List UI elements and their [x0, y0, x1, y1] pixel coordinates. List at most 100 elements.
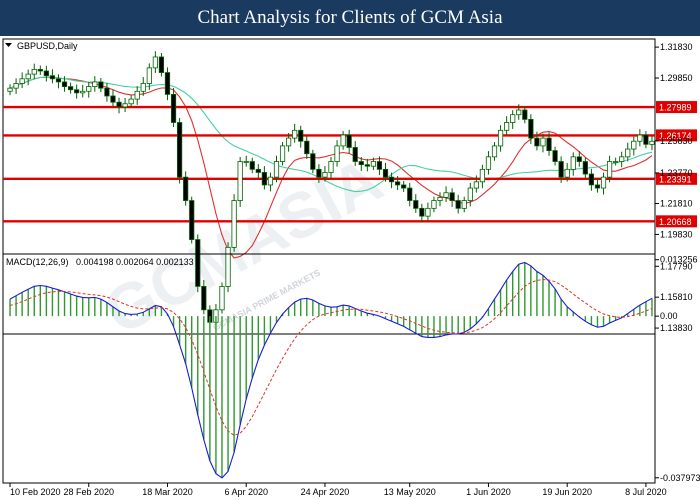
candle-body: [98, 81, 104, 89]
candle: [225, 242, 231, 293]
candle-body: [546, 137, 552, 152]
price-tick-label: 1.21810: [660, 199, 693, 209]
symbol-dropdown-icon[interactable]: [5, 43, 12, 47]
candle-body: [237, 161, 243, 201]
price-panel-title: GBPUSD,Daily: [17, 41, 78, 51]
macd-tick-label: -0.037973: [660, 473, 700, 483]
candle-body: [606, 161, 613, 178]
candle-body: [600, 176, 607, 189]
candle-body: [491, 145, 498, 158]
candle: [594, 178, 601, 193]
candle-body: [534, 137, 540, 147]
candle-body: [122, 103, 128, 108]
time-tick-label: 28 Feb 2020: [63, 487, 114, 497]
candle-body: [619, 156, 625, 162]
candle: [13, 78, 19, 94]
candle: [588, 168, 595, 191]
candle: [431, 196, 437, 213]
candle-body: [195, 239, 201, 287]
candle: [183, 171, 189, 206]
candle-body: [286, 137, 292, 147]
candle: [528, 114, 534, 144]
candle-body: [413, 200, 419, 209]
level-label: 1.27989: [659, 103, 692, 113]
candle: [237, 157, 243, 207]
level-label: 1.20668: [659, 217, 692, 227]
candle: [631, 136, 637, 156]
time-tick-label: 10 Feb 2020: [10, 487, 61, 497]
candle-body: [528, 118, 534, 139]
candle-body: [516, 109, 522, 116]
macd-values: 0.004198 0.002064 0.002133: [76, 257, 194, 267]
candle-body: [61, 81, 68, 88]
candle-body: [564, 168, 570, 178]
candle: [552, 146, 558, 166]
candle-body: [570, 156, 576, 170]
candle-body: [358, 161, 364, 166]
candle-body: [261, 172, 267, 186]
candle-body: [201, 285, 207, 311]
candle: [195, 234, 201, 293]
candle-body: [31, 69, 37, 75]
candle: [55, 74, 62, 89]
candle: [128, 95, 134, 108]
candle: [279, 142, 286, 166]
candle-body: [649, 140, 655, 145]
candle: [407, 182, 413, 207]
candle-body: [395, 181, 401, 186]
candle: [600, 172, 607, 195]
candle: [298, 125, 304, 148]
candle-body: [407, 187, 413, 201]
candle: [292, 123, 298, 143]
candle-body: [80, 90, 86, 94]
candle: [249, 157, 255, 174]
price-tick-label: 1.15810: [660, 292, 693, 302]
candle: [219, 282, 225, 314]
candle: [649, 136, 655, 151]
candle: [49, 69, 56, 84]
candle-body: [455, 200, 461, 209]
candle-body: [352, 147, 358, 162]
candle-body: [86, 86, 92, 92]
chart-banner-title: Chart Analysis for Clients of GCM Asia: [0, 0, 700, 36]
candle: [104, 83, 110, 102]
candle-body: [510, 114, 516, 123]
candle-body: [298, 129, 304, 142]
time-tick-label: 13 May 2020: [384, 487, 436, 497]
candle-body: [631, 140, 637, 150]
candle-body: [637, 134, 643, 142]
candle-body: [176, 122, 183, 178]
macd-tick-label: 0.013256: [660, 255, 698, 265]
time-tick-label: 19 Jun 2020: [542, 487, 592, 497]
price-tick-label: 1.19830: [660, 229, 693, 239]
candle-body: [334, 145, 340, 162]
candle: [176, 117, 183, 184]
candle-body: [449, 192, 455, 201]
candle-body: [479, 168, 486, 183]
candle: [485, 151, 492, 175]
candle: [613, 157, 619, 166]
candle-body: [552, 150, 558, 162]
macd-title: MACD(12,26,9): [6, 257, 69, 267]
candle-body: [443, 192, 449, 198]
candle: [122, 98, 128, 113]
candle: [86, 82, 92, 98]
time-tick-label: 6 Apr 2020: [224, 487, 268, 497]
candle: [116, 97, 122, 114]
candle-body: [461, 200, 467, 209]
candle-body: [467, 187, 473, 201]
candle: [570, 152, 576, 176]
candle-body: [382, 168, 389, 178]
candle-body: [13, 83, 19, 89]
watermark: GCMASIAGCMASIA PRIME MARKETS: [93, 143, 394, 348]
candle-body: [643, 134, 649, 145]
candle: [98, 78, 104, 93]
candle: [401, 181, 407, 192]
candle: [92, 76, 98, 92]
candle-body: [364, 164, 370, 167]
candle-body: [231, 200, 237, 248]
candle-body: [310, 153, 316, 170]
candle-body: [346, 134, 352, 148]
candle-body: [19, 78, 25, 84]
candle: [31, 63, 37, 80]
